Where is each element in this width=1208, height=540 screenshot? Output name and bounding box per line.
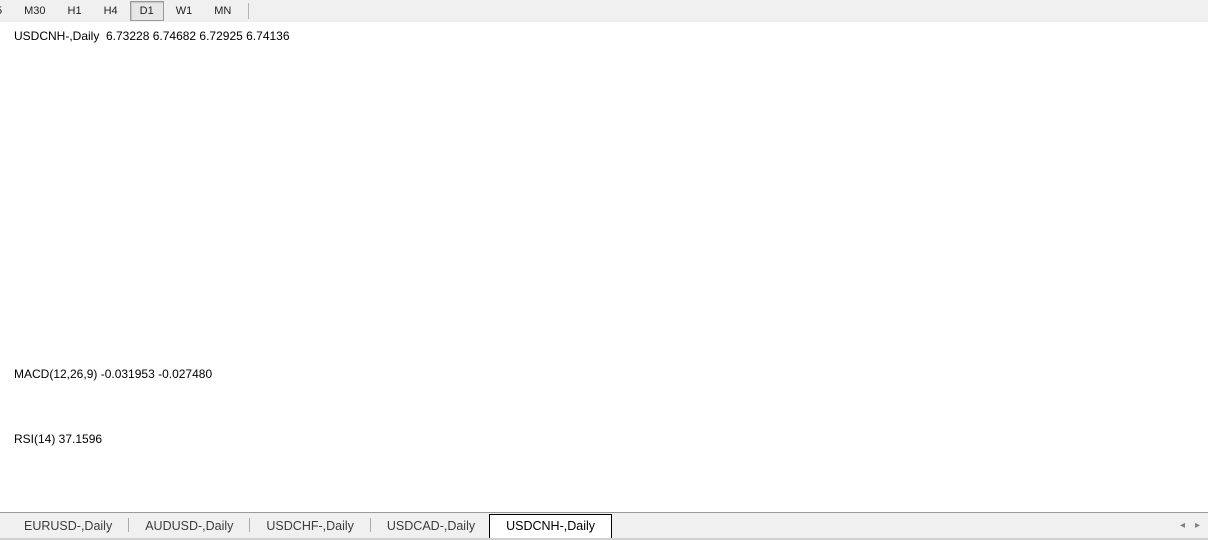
- toolbar-separator: [248, 3, 249, 19]
- timeframe-button-h1[interactable]: H1: [58, 1, 92, 21]
- tab-eurusd[interactable]: EURUSD-,Daily: [10, 515, 126, 538]
- tab-scroll-right-icon[interactable]: ▸: [1195, 521, 1200, 531]
- tab-scroll-arrows: ◂ ▸: [1180, 521, 1200, 531]
- tab-usdcad[interactable]: USDCAD-,Daily: [373, 515, 489, 538]
- timeframe-button-d1[interactable]: D1: [130, 1, 164, 21]
- timeframe-button-w1[interactable]: W1: [166, 1, 203, 21]
- rsi-indicator-label: RSI(14) 37.1596: [14, 432, 102, 446]
- tab-separator: [370, 518, 371, 532]
- timeframe-button-mn[interactable]: MN: [204, 1, 241, 21]
- timeframe-toolbar: 5M30H1H4D1W1MN: [0, 0, 1208, 22]
- macd-indicator-label: MACD(12,26,9) -0.031953 -0.027480: [14, 367, 212, 381]
- timeframe-button-m30[interactable]: M30: [14, 1, 55, 21]
- tab-scroll-left-icon[interactable]: ◂: [1180, 521, 1185, 531]
- terminal-window: 5M30H1H4D1W1MN USDCNH-,Daily 6.73228 6.7…: [0, 0, 1208, 540]
- symbol-tabbar: EURUSD-,DailyAUDUSD-,DailyUSDCHF-,DailyU…: [0, 512, 1208, 538]
- tab-usdchf[interactable]: USDCHF-,Daily: [252, 515, 368, 538]
- chart-title-ohlc: USDCNH-,Daily 6.73228 6.74682 6.72925 6.…: [14, 29, 290, 43]
- timeframe-button-h4[interactable]: H4: [94, 1, 128, 21]
- price-chart[interactable]: [0, 0, 1208, 512]
- tab-usdcnh[interactable]: USDCNH-,Daily: [489, 514, 612, 539]
- tab-separator: [249, 518, 250, 532]
- tab-audusd[interactable]: AUDUSD-,Daily: [131, 515, 247, 538]
- timeframe-button-5[interactable]: 5: [0, 1, 12, 21]
- tab-separator: [128, 518, 129, 532]
